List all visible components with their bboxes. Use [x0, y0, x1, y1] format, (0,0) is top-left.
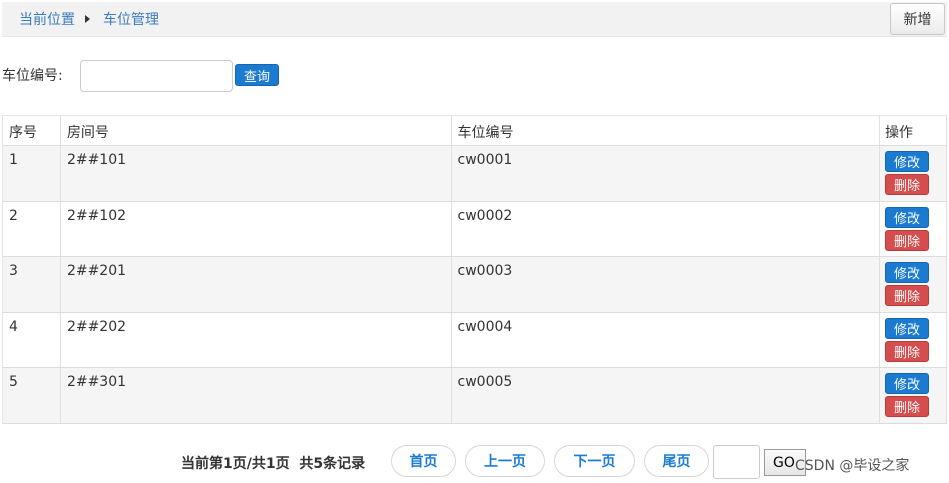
delete-button[interactable]: 删除	[885, 174, 930, 195]
breadcrumb-home-link[interactable]: 当前位置	[19, 9, 75, 29]
pagination: 当前第1页/共1页 共5条记录 首页 上一页 下一页 尾页 GO CSDN @毕…	[0, 444, 949, 479]
table-row: 5 2##301 cw0005 修改 删除	[3, 368, 947, 424]
query-button[interactable]: 查询	[235, 64, 279, 86]
row-actions: 修改 删除	[880, 368, 947, 423]
delete-button[interactable]: 删除	[885, 396, 930, 418]
row-space: cw0004	[452, 312, 881, 368]
add-button[interactable]: 新增	[890, 3, 945, 35]
row-room: 2##101	[61, 146, 452, 201]
row-room: 2##201	[61, 257, 452, 312]
breadcrumb: 当前位置 车位管理	[19, 9, 159, 29]
row-index: 1	[3, 146, 61, 201]
row-room: 2##202	[61, 312, 452, 368]
next-page-button[interactable]: 下一页	[554, 445, 635, 477]
search-label: 车位编号:	[2, 68, 63, 84]
breadcrumb-arrow-icon	[85, 15, 90, 23]
edit-button[interactable]: 修改	[885, 373, 930, 395]
table-row: 3 2##201 cw0003 修改 删除	[3, 257, 947, 313]
row-space: cw0003	[452, 257, 881, 312]
header-actions: 操作	[880, 116, 947, 145]
table-row: 1 2##101 cw0001 修改 删除	[3, 146, 947, 202]
first-page-button[interactable]: 首页	[391, 445, 456, 477]
edit-button[interactable]: 修改	[885, 262, 930, 284]
row-actions: 修改 删除	[880, 312, 947, 368]
pagination-info: 当前第1页/共1页 共5条记录	[181, 456, 366, 472]
row-actions: 修改 删除	[880, 201, 947, 257]
header-space: 车位编号	[452, 116, 881, 145]
table-row: 4 2##202 cw0004 修改 删除	[3, 312, 947, 369]
row-actions: 修改 删除	[880, 257, 947, 312]
edit-button[interactable]: 修改	[885, 206, 930, 228]
row-actions: 修改 删除	[880, 146, 947, 201]
prev-page-button[interactable]: 上一页	[465, 445, 545, 477]
parking-table: 序号 房间号 车位编号 操作 1 2##101 cw0001 修改 删除 2 2…	[2, 115, 947, 424]
row-index: 2	[3, 201, 61, 257]
breadcrumb-current-page[interactable]: 车位管理	[103, 9, 159, 29]
row-room: 2##102	[61, 201, 452, 257]
row-space: cw0001	[452, 146, 881, 201]
row-space: cw0005	[452, 368, 881, 423]
watermark: CSDN @毕设之家	[795, 458, 910, 474]
last-page-button[interactable]: 尾页	[644, 445, 709, 477]
row-room: 2##301	[61, 368, 452, 423]
delete-button[interactable]: 删除	[885, 229, 930, 251]
row-space: cw0002	[452, 201, 881, 257]
row-index: 5	[3, 368, 61, 423]
row-index: 3	[3, 257, 61, 312]
row-index: 4	[3, 312, 61, 368]
edit-button[interactable]: 修改	[885, 151, 930, 172]
edit-button[interactable]: 修改	[885, 317, 930, 339]
delete-button[interactable]: 删除	[885, 285, 930, 307]
delete-button[interactable]: 删除	[885, 340, 930, 362]
top-bar: 当前位置 车位管理 新增	[2, 2, 947, 37]
page-number-input[interactable]	[713, 445, 760, 479]
table-header-row: 序号 房间号 车位编号 操作	[3, 116, 947, 146]
header-index: 序号	[3, 116, 61, 145]
header-room: 房间号	[61, 116, 452, 145]
parking-space-search-input[interactable]	[80, 60, 233, 92]
table-row: 2 2##102 cw0002 修改 删除	[3, 201, 947, 258]
